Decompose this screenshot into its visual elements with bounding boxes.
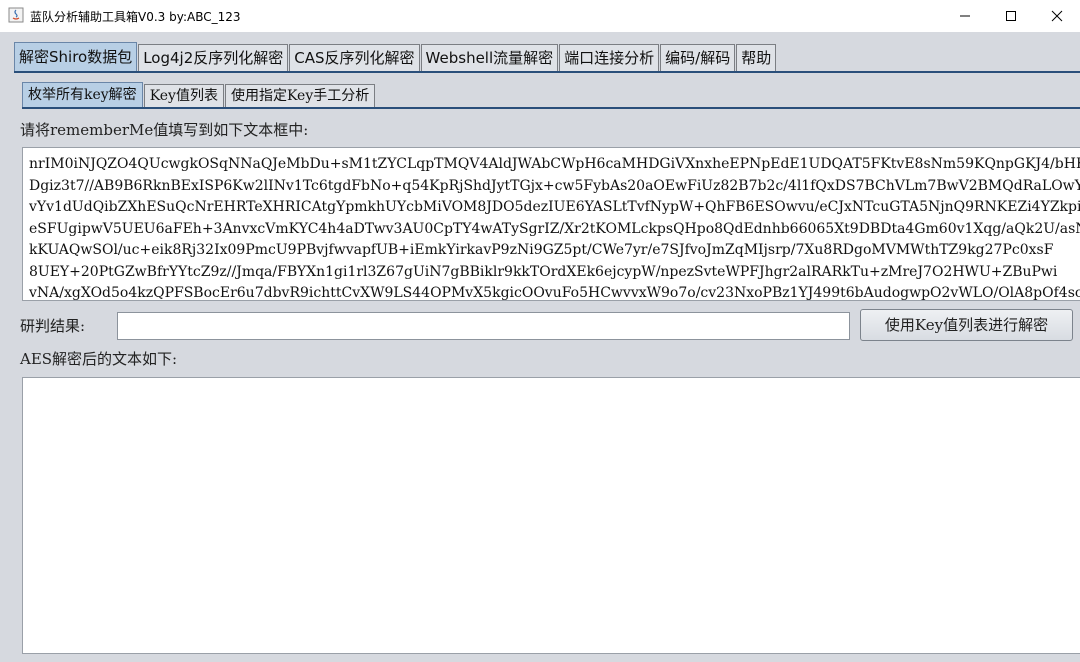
maximize-button[interactable] [988,0,1034,32]
tab-manual-key[interactable]: 使用指定Key手工分析 [224,84,376,107]
rememberme-textarea[interactable]: nrIM0iNJQZO4QUcwgkOSqNNaQJeMbDu+sM1tZYCL… [22,147,1080,301]
result-label: 研判结果: [20,317,86,335]
tab-webshell-decrypt[interactable]: Webshell流量解密 [420,44,559,71]
text-line: eSFUgipwV5UEU6aFEh+3AnvxcVmKYC4h4aDTwv3A… [29,220,1080,237]
text-line: nrIM0iNJQZO4QUcwgkOSqNNaQJeMbDu+sM1tZYCL… [29,156,1080,172]
tab-enumerate-keys[interactable]: 枚举所有key解密 [22,82,143,107]
tab-encode-decode[interactable]: 编码/解码 [660,44,736,71]
text-line: vNA/xgXOd5o4kzQPFSBocEr6u7dbvR9ichttCvXW… [29,285,1080,301]
cookie-label: 请将rememberMe值填写到如下文本框中: [20,121,309,139]
minimize-icon [960,15,970,17]
tab-shiro-decrypt[interactable]: 解密Shiro数据包 [14,42,138,71]
maximize-icon [1006,11,1016,21]
main-tab-divider [14,71,1080,73]
tab-port-analysis[interactable]: 端口连接分析 [559,44,660,71]
text-line: vYv1dUdQibZXhESuQcNrEHRTeXHRICAtgYpmkhUY… [29,199,1080,215]
text-line: kKUAQwSOl/uc+eik8Rj32Ix09PmcU9PBvjfwvapf… [29,242,1054,258]
tab-help[interactable]: 帮助 [736,44,777,71]
java-app-icon [8,7,24,23]
sub-tab-divider [22,107,1080,109]
title-bar: 蓝队分析辅助工具箱V0.3 by:ABC_123 [0,0,1080,32]
minimize-button[interactable] [942,0,988,32]
sub-tab-bar: 枚举所有key解密 Key值列表 使用指定Key手工分析 [22,81,376,107]
output-label: AES解密后的文本如下: [20,350,178,368]
tab-log4j2-decrypt[interactable]: Log4j2反序列化解密 [138,44,289,71]
main-tab-bar: 解密Shiro数据包 Log4j2反序列化解密 CAS反序列化解密 Webshe… [14,41,777,71]
decrypt-with-key-list-button[interactable]: 使用Key值列表进行解密 [860,309,1073,341]
tab-cas-decrypt[interactable]: CAS反序列化解密 [289,44,420,71]
result-field[interactable] [117,312,850,340]
window-title: 蓝队分析辅助工具箱V0.3 by:ABC_123 [30,10,241,24]
rememberme-text: nrIM0iNJQZO4QUcwgkOSqNNaQJeMbDu+sM1tZYCL… [23,148,1080,301]
text-line: Dgiz3t7//AB9B6RknBExISP6Kw2lINv1Tc6tgdFb… [29,177,1080,194]
aes-output-textarea[interactable] [22,377,1080,654]
tab-key-list[interactable]: Key值列表 [143,84,224,107]
text-line: 8UEY+20PtGZwBfrYYtcZ9z//Jmqa/FBYXn1gi1rl… [29,263,1058,280]
main-panel: 解密Shiro数据包 Log4j2反序列化解密 CAS反序列化解密 Webshe… [0,32,1080,662]
close-icon [1051,10,1063,22]
close-button[interactable] [1034,0,1080,32]
